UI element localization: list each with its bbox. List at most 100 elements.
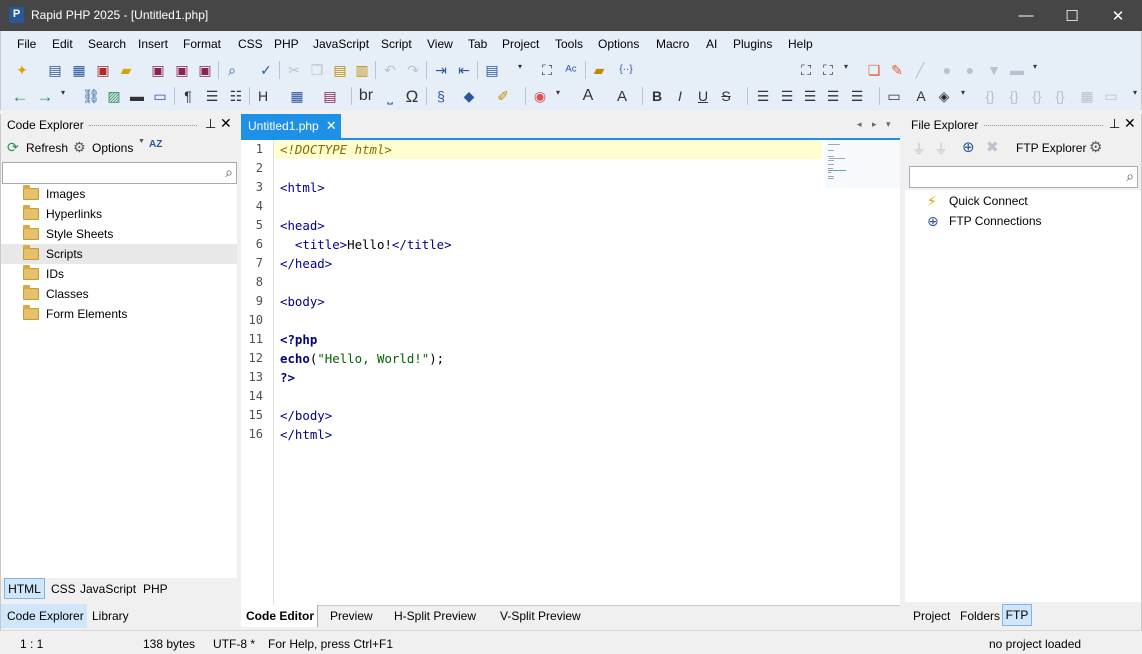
toolbar-grip[interactable]: ▾ (554, 89, 562, 103)
nbsp-icon[interactable]: ⎵ (381, 87, 399, 105)
forward-icon[interactable]: → (36, 87, 54, 105)
tree-item-classes[interactable]: Classes (23, 284, 89, 304)
heading-icon[interactable]: H (254, 87, 272, 105)
pin-icon[interactable]: ⊥ (1109, 116, 1120, 132)
lang-tab-php[interactable]: PHP (143, 582, 168, 596)
braces-close-icon[interactable]: {} (1051, 87, 1069, 105)
italic-icon[interactable]: I (671, 87, 689, 105)
box-icon[interactable]: ▭ (885, 87, 903, 105)
menu-ai[interactable]: AI (706, 37, 717, 51)
tree-item-ids[interactable]: IDs (23, 264, 64, 284)
redo-icon[interactable]: ↷ (404, 61, 422, 79)
menu-edit[interactable]: Edit (52, 37, 73, 51)
color-picker-icon[interactable]: ◉ (531, 87, 549, 105)
tab-folders[interactable]: Folders (960, 609, 1000, 623)
menu-tools[interactable]: Tools (555, 37, 583, 51)
menu-project[interactable]: Project (502, 37, 539, 51)
indent-icon[interactable]: ⇥ (432, 61, 450, 79)
ftp-explorer-button[interactable]: FTP Explorer (1016, 141, 1086, 155)
gear-icon[interactable]: ⚙ (73, 139, 86, 156)
form-icon[interactable]: ▤ (321, 87, 339, 105)
maximize-button[interactable]: ☐ (1049, 0, 1095, 31)
undo-icon[interactable]: ↶ (381, 61, 399, 79)
menu-tab[interactable]: Tab (468, 37, 487, 51)
tab-project[interactable]: Project (913, 609, 950, 623)
justify-icon[interactable]: ☰ (824, 87, 842, 105)
paragraph-icon[interactable]: ¶ (179, 87, 197, 105)
menu-insert[interactable]: Insert (138, 37, 168, 51)
info-icon[interactable]: ● (961, 61, 979, 79)
new-file-icon[interactable]: ✦ (13, 61, 31, 79)
font-icon[interactable]: A (613, 87, 631, 105)
new-html-icon[interactable]: ▤ (46, 61, 64, 79)
refresh-button[interactable]: Refresh (26, 141, 68, 155)
font-size-icon[interactable]: A (579, 87, 597, 105)
tag-icon[interactable]: ◆ (460, 87, 478, 105)
find-in-files-icon[interactable]: ▰ (590, 61, 608, 79)
menu-search[interactable]: Search (88, 37, 126, 51)
disconnect-icon[interactable]: ⏚ (934, 139, 948, 159)
menu-php[interactable]: PHP (274, 37, 299, 51)
refresh-icon[interactable]: ⟳ (7, 139, 19, 156)
underline-icon[interactable]: U (694, 87, 712, 105)
cut-icon[interactable]: ✂ (285, 61, 303, 79)
menu-file[interactable]: File (17, 37, 36, 51)
menu-options[interactable]: Options (598, 37, 639, 51)
tree-item-images[interactable]: Images (23, 184, 85, 204)
toolbar-grip[interactable]: ▾ (516, 63, 524, 77)
lang-tab-html[interactable]: HTML (4, 578, 45, 599)
grid-icon[interactable]: ▦ (1078, 87, 1096, 105)
connect-icon[interactable]: ⏚ (912, 139, 926, 159)
toolbar-grip[interactable]: ▾ (59, 89, 67, 103)
find-binoculars-icon[interactable]: ⛶ (538, 61, 556, 79)
menu-plugins[interactable]: Plugins (733, 37, 772, 51)
line-spacing-icon[interactable]: ☰ (848, 87, 866, 105)
delete-icon[interactable]: ✖ (986, 138, 999, 156)
chevron-down-icon[interactable]: ▼ (138, 138, 145, 145)
browser-preview-icon[interactable]: ❏ (865, 61, 883, 79)
strikethrough-icon[interactable]: S (717, 87, 735, 105)
brush-icon[interactable]: ✐ (494, 87, 512, 105)
table-icon[interactable]: ▦ (288, 87, 306, 105)
close-panel-icon[interactable]: ✕ (220, 115, 232, 132)
minimap[interactable] (825, 140, 900, 188)
validate-icon[interactable]: ✎ (888, 61, 906, 79)
menu-macro[interactable]: Macro (656, 37, 689, 51)
align-left-icon[interactable]: ☰ (754, 87, 772, 105)
menu-view[interactable]: View (427, 37, 453, 51)
lang-tab-css[interactable]: CSS (51, 582, 76, 596)
minimize-button[interactable]: — (1003, 0, 1049, 31)
tree-item-hyperlinks[interactable]: Hyperlinks (23, 204, 102, 224)
comment-tag-icon[interactable]: ▭ (151, 87, 169, 105)
comment-icon[interactable]: ▬ (1008, 61, 1026, 79)
tab-code-explorer[interactable]: Code Explorer (1, 604, 87, 628)
filter-icon[interactable]: ▼ (985, 61, 1003, 79)
close-button[interactable]: ✕ (1095, 0, 1141, 31)
tab-preview[interactable]: Preview (330, 605, 373, 627)
bold-icon[interactable]: B (648, 87, 666, 105)
script-icon[interactable]: § (432, 87, 450, 105)
tree-item-quick-connect[interactable]: ⚡ Quick Connect (927, 191, 1028, 211)
tab-ftp[interactable]: FTP (1002, 604, 1032, 626)
text-color-icon[interactable]: A (912, 87, 930, 105)
search-icon[interactable]: ⌕ (1126, 168, 1134, 185)
align-right-icon[interactable]: ☰ (801, 87, 819, 105)
save-all-icon[interactable]: ▣ (173, 61, 191, 79)
lang-tab-javascript[interactable]: JavaScript (80, 582, 136, 596)
find-prev-icon[interactable]: ⛶ (797, 61, 815, 79)
search-icon[interactable]: ⌕ (223, 61, 241, 79)
close-panel-icon[interactable]: ✕ (1124, 115, 1136, 132)
panel-icon[interactable]: ▭ (1102, 87, 1120, 105)
outdent-icon[interactable]: ⇤ (455, 61, 473, 79)
toolbar-grip[interactable]: ▾ (1131, 89, 1139, 103)
save-icon[interactable]: ▣ (149, 61, 167, 79)
line-break-icon[interactable]: br (357, 87, 375, 105)
close-tab-icon[interactable]: ✕ (326, 118, 337, 134)
tree-item-style-sheets[interactable]: Style Sheets (23, 224, 113, 244)
options-button[interactable]: Options (92, 141, 133, 155)
open-folder-icon[interactable]: ▰ (117, 61, 135, 79)
tab-v-split-preview[interactable]: V-Split Preview (500, 605, 581, 627)
spellcheck-icon[interactable]: ✓ (257, 61, 275, 79)
braces-icon[interactable]: {} (1005, 87, 1023, 105)
tree-item-form-elements[interactable]: Form Elements (23, 304, 127, 324)
